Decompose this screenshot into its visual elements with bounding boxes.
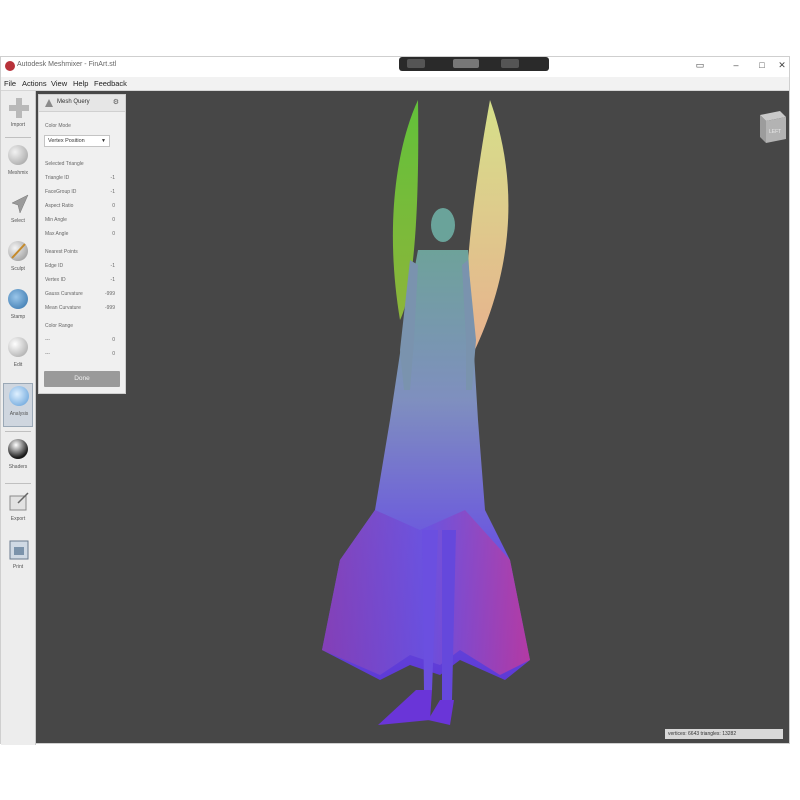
view-cube-label: LEFT xyxy=(769,129,781,135)
tool-export[interactable]: Export xyxy=(3,489,33,533)
gauss-curvature-label: Gauss Curvature xyxy=(45,291,83,297)
tool-edit[interactable]: Edit xyxy=(3,335,33,379)
color-mode-dropdown[interactable]: Vertex Position ▼ xyxy=(44,135,110,147)
mesh-stats: vertices: 6643 triangles: 13282 xyxy=(665,729,783,739)
menu-file[interactable]: File xyxy=(4,79,16,88)
tool-select[interactable]: Select xyxy=(3,191,33,235)
meshmix-icon xyxy=(8,145,28,165)
menu-view[interactable]: View xyxy=(51,79,67,88)
divider xyxy=(5,483,31,484)
tool-label: Select xyxy=(11,218,25,224)
tool-label: Shaders xyxy=(8,464,28,470)
tool-import[interactable]: Import xyxy=(3,95,33,139)
mean-curvature-value: -999 xyxy=(104,305,115,311)
nearest-points-label: Nearest Points xyxy=(45,249,78,255)
divider xyxy=(5,431,31,432)
selected-triangle-label: Selected Triangle xyxy=(45,161,84,167)
range-min-value[interactable]: 0 xyxy=(112,337,115,343)
tool-label: Stamp xyxy=(10,314,26,320)
select-arrow-icon xyxy=(8,193,29,214)
tool-sidebar: Import Meshmix Select Sculpt Stamp Edit xyxy=(1,91,36,745)
floating-toolbar xyxy=(399,57,549,71)
close-icon[interactable]: ✕ xyxy=(775,60,789,71)
menu-bar: File Actions View Help Feedback xyxy=(1,77,789,91)
menu-feedback[interactable]: Feedback xyxy=(94,79,127,88)
color-mode-label: Color Mode xyxy=(45,123,71,129)
toolbar-button-1[interactable] xyxy=(407,59,425,68)
edge-id-value: -1 xyxy=(110,263,115,269)
export-icon xyxy=(8,491,29,511)
toolbar-button-3[interactable] xyxy=(501,59,519,68)
mesh-query-icon xyxy=(45,99,53,107)
analysis-icon xyxy=(9,386,29,406)
menu-help[interactable]: Help xyxy=(73,79,88,88)
tool-label: Print xyxy=(12,564,24,570)
tool-label: Meshmix xyxy=(7,170,28,176)
vertex-id-label: Vertex ID xyxy=(45,277,66,283)
color-mode-value: Vertex Position xyxy=(48,138,85,144)
tool-meshmix[interactable]: Meshmix xyxy=(3,143,33,187)
tool-label: Export xyxy=(10,516,26,522)
minimize-icon[interactable]: – xyxy=(729,60,743,70)
min-angle-value: 0 xyxy=(112,217,115,223)
menu-actions[interactable]: Actions xyxy=(22,79,47,88)
color-range-label: Color Range xyxy=(45,323,74,329)
vertex-id-value: -1 xyxy=(110,277,115,283)
range-max-label: --- xyxy=(45,351,50,357)
edge-id-label: Edge ID xyxy=(45,263,64,269)
angel-statue-model[interactable] xyxy=(300,90,540,730)
facegroup-id-value: -1 xyxy=(110,189,115,195)
triangle-id-value: -1 xyxy=(110,175,115,181)
window-title: Autodesk Meshmixer - FinArt.stl xyxy=(17,61,117,68)
tool-shaders[interactable]: Shaders xyxy=(3,437,33,481)
tool-stamp[interactable]: Stamp xyxy=(3,287,33,331)
range-min-label: --- xyxy=(45,337,50,343)
done-button[interactable]: Done xyxy=(44,371,120,387)
restore-view-icon[interactable]: ▭ xyxy=(693,60,707,71)
shader-sphere-icon xyxy=(8,439,28,459)
divider xyxy=(5,137,31,138)
mesh-query-panel: Mesh Query ⚙ Color Mode Vertex Position … xyxy=(38,94,126,394)
stamp-icon xyxy=(8,289,28,309)
plus-icon xyxy=(8,97,29,118)
min-angle-label: Min Angle xyxy=(45,217,67,223)
tool-label: Analysis xyxy=(9,411,29,417)
tool-sculpt[interactable]: Sculpt xyxy=(3,239,33,283)
view-cube[interactable]: LEFT xyxy=(756,109,786,143)
aspect-ratio-value: 0 xyxy=(112,203,115,209)
range-max-value[interactable]: 0 xyxy=(112,351,115,357)
settings-gear-icon[interactable]: ⚙ xyxy=(113,98,119,106)
meshmixer-app-icon xyxy=(5,61,15,71)
panel-title: Mesh Query xyxy=(57,99,90,105)
brush-icon xyxy=(8,241,28,261)
mean-curvature-label: Mean Curvature xyxy=(45,305,81,311)
tool-analysis[interactable]: Analysis xyxy=(3,383,33,427)
gauss-curvature-value: -999 xyxy=(104,291,115,297)
tool-print[interactable]: Print xyxy=(3,537,33,581)
tool-label: Edit xyxy=(13,362,23,368)
chevron-down-icon: ▼ xyxy=(101,138,106,144)
tool-label: Sculpt xyxy=(11,266,25,272)
triangle-id-label: Triangle ID xyxy=(45,175,70,181)
max-angle-label: Max Angle xyxy=(45,231,69,237)
maximize-icon[interactable]: □ xyxy=(755,60,769,70)
facegroup-id-label: FaceGroup ID xyxy=(45,189,77,195)
print-icon xyxy=(8,539,29,560)
aspect-ratio-label: Aspect Ratio xyxy=(45,203,74,209)
max-angle-value: 0 xyxy=(112,231,115,237)
panel-header: Mesh Query ⚙ xyxy=(39,95,125,112)
toolbar-button-2[interactable] xyxy=(453,59,479,68)
title-bar: Autodesk Meshmixer - FinArt.stl ▭ – □ ✕ xyxy=(1,57,789,77)
edit-sphere-icon xyxy=(8,337,28,357)
tool-label: Import xyxy=(10,122,26,128)
